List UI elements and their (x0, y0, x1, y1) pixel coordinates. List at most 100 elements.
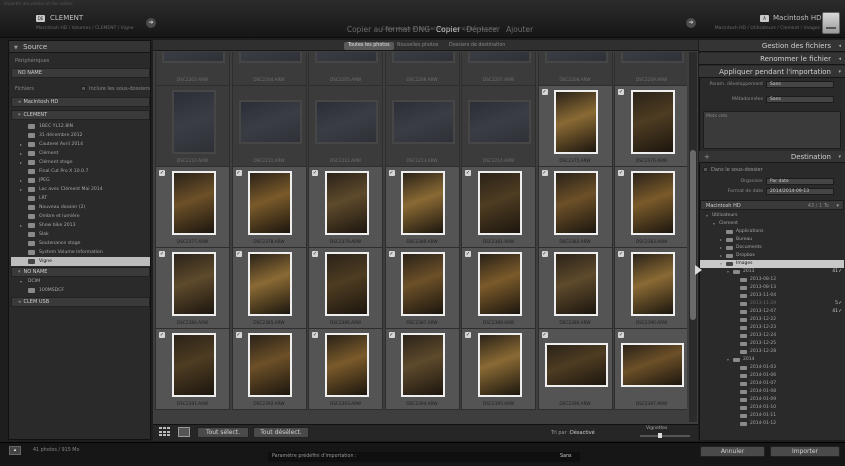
photo-thumbnail[interactable]: ✓ DSC2376.ARW (614, 85, 687, 167)
destination-folder-item[interactable]: 2014-01-06 (700, 372, 844, 380)
destination-folder-item[interactable]: ▾ Clement (700, 220, 844, 228)
develop-settings-select[interactable]: Sans (766, 81, 834, 88)
tab-destination-folders[interactable]: Dossiers de destination (445, 42, 509, 50)
collapse-icon[interactable]: ▾ (713, 220, 715, 228)
expand-icon[interactable]: ▸ (20, 176, 22, 185)
destination-folder-item[interactable]: ▸ Bureau (700, 236, 844, 244)
photo-thumbnail[interactable]: DSC2209.ARW (614, 52, 687, 86)
include-subfolders-checkbox[interactable] (81, 86, 86, 91)
collapse-icon[interactable]: ▾ (727, 268, 729, 276)
tab-new-photos[interactable]: Nouvelles photos (393, 42, 442, 50)
expand-icon[interactable]: ▸ (20, 221, 22, 230)
photo-thumbnail[interactable]: DSC2207.ARW (461, 52, 536, 86)
source-name[interactable]: CLEMENT (50, 14, 83, 22)
source-folder-item[interactable]: ▸ JPEG (11, 176, 150, 185)
photo-thumbnail[interactable]: ✓ DSC2391.ARW (155, 328, 230, 410)
photo-thumbnail[interactable]: ✓ DSC2390.ARW (614, 247, 687, 329)
source-panel-header[interactable]: ▼ Source (9, 41, 150, 53)
loupe-view-icon[interactable] (178, 427, 190, 437)
source-arrow-icon[interactable]: ➔ (146, 18, 156, 28)
photo-thumbnail[interactable]: ✓ DSC2380.ARW (384, 166, 460, 248)
destination-folder-item[interactable]: ▾ Images (700, 260, 844, 268)
photo-thumbnail[interactable]: DSC2210.ARW (155, 85, 230, 167)
expand-icon[interactable]: ▸ (720, 244, 722, 252)
destination-folder-item[interactable]: 2014-01-12 (700, 420, 844, 428)
cancel-button[interactable]: Annuler (700, 446, 765, 457)
destination-folder-item[interactable]: 2013-12-23 (700, 324, 844, 332)
source-folder-item[interactable]: Soutenance stage (11, 239, 150, 248)
destination-folder-item[interactable]: ▾ 2013 41 ✓ (700, 268, 844, 276)
grid-scrollbar-thumb[interactable] (690, 150, 696, 320)
expand-icon[interactable]: ▸ (20, 158, 22, 167)
include-checkbox[interactable]: ✓ (312, 332, 318, 338)
include-checkbox[interactable]: ✓ (235, 332, 242, 338)
include-checkbox[interactable]: ✓ (465, 170, 471, 176)
destination-folder-item[interactable]: 2013-12-24 (700, 332, 844, 340)
photo-thumbnail[interactable]: ✓ DSC2387.ARW (384, 247, 460, 329)
folder-100msdcf[interactable]: 100MSDCF (11, 286, 150, 295)
include-checkbox[interactable]: ✓ (159, 332, 165, 338)
source-folder-item[interactable]: 1BEC YL12.8IN (11, 122, 150, 131)
photo-thumbnail[interactable]: DSC2212.ARW (308, 85, 383, 167)
source-folder-item[interactable]: ▸ Cauterel Avril 2014 (11, 140, 150, 149)
photo-thumbnail[interactable]: ✓ DSC2386.ARW (308, 247, 383, 329)
photo-thumbnail[interactable]: ✓ DSC2377.ARW (155, 166, 230, 248)
destination-folder-item[interactable]: ▾ 2014 (700, 356, 844, 364)
destination-folder-item[interactable]: 2014-01-10 (700, 404, 844, 412)
photo-thumbnail[interactable]: ✓ DSC2395.ARW (461, 328, 536, 410)
file-handling-header[interactable]: Gestion des fichiers ◂ (699, 40, 845, 52)
include-checkbox[interactable]: ✓ (541, 89, 548, 95)
collapse-icon[interactable]: ▾ (727, 356, 729, 364)
expand-icon[interactable]: ▸ (20, 149, 22, 158)
photo-thumbnail[interactable]: ✓ DSC2382.ARW (537, 166, 613, 248)
photo-thumbnail[interactable]: DSC2208.ARW (537, 52, 613, 86)
destination-folder-item[interactable]: 2013-11-04 (700, 292, 844, 300)
volume-row[interactable]: Macintosh HD 43 / 1 To ▾ (700, 200, 844, 210)
destination-folder-item[interactable]: 2013-12-07 41 ✓ (700, 308, 844, 316)
source-folder-item[interactable]: Ombre et lumière (11, 212, 150, 221)
include-checkbox[interactable]: ✓ (465, 332, 471, 338)
photo-thumbnail[interactable]: ✓ DSC2389.ARW (537, 247, 613, 329)
metadata-select[interactable]: Sans (766, 96, 834, 103)
destination-arrow-icon[interactable]: ➔ (686, 18, 696, 28)
photo-thumbnail[interactable]: DSC2203.ARW (155, 52, 230, 86)
photo-thumbnail[interactable]: DSC2204.ARW (231, 52, 307, 86)
tab-all-photos[interactable]: Toutes les photos (344, 42, 394, 50)
organize-select[interactable]: Par date (766, 178, 834, 185)
import-preset-select[interactable]: Sans (560, 454, 572, 459)
photo-thumbnail[interactable]: ✓ DSC2375.ARW (537, 85, 613, 167)
subfolder-checkbox[interactable] (703, 167, 708, 172)
thumbnail-size-slider[interactable] (640, 435, 690, 437)
select-all-button[interactable]: Tout sélect. (197, 427, 249, 438)
photo-thumbnail[interactable]: ✓ DSC2396.ARW (537, 328, 613, 410)
grid-view-icon[interactable] (159, 427, 170, 437)
destination-folder-item[interactable]: 2014-01-08 (700, 388, 844, 396)
destination-folder-item[interactable]: 2013-11-29 5 ✓ (700, 300, 844, 308)
destination-folder-item[interactable]: 2014-01-07 (700, 380, 844, 388)
photo-thumbnail[interactable]: DSC2206.ARW (384, 52, 460, 86)
photo-thumbnail[interactable]: ✓ DSC2392.ARW (231, 328, 307, 410)
destination-folder-item[interactable]: ▾ Utilisateurs (700, 212, 844, 220)
expand-icon[interactable]: ▸ (720, 236, 722, 244)
source-folder-item[interactable]: 31 décembre 2012 (11, 131, 150, 140)
expand-icon[interactable]: ▸ (20, 140, 22, 149)
source-folder-item[interactable]: Nouveau dossier (2) (11, 203, 150, 212)
destination-header[interactable]: + Destination ▾ (699, 151, 845, 163)
photo-thumbnail[interactable]: ✓ DSC2381.ARW (461, 166, 536, 248)
destination-folder-item[interactable]: 2013-12-25 (700, 340, 844, 348)
destination-folder-item[interactable]: 2013-08-13 (700, 284, 844, 292)
sort-dropdown[interactable]: Désactivé (570, 430, 595, 436)
device-no-name[interactable]: NO NAME (11, 68, 150, 78)
source-folder-item[interactable]: Final Cut Pro X 10.0.7 (11, 167, 150, 176)
device-clem-usb[interactable]: ◂ CLEM USB (11, 297, 150, 307)
source-folder-item[interactable]: Vigne (11, 257, 150, 266)
rename-file-header[interactable]: Renommer le fichier ◂ (699, 53, 845, 65)
source-folder-item[interactable]: ▸ Lac avec Clément Mai 2014 (11, 185, 150, 194)
include-checkbox[interactable]: ✓ (541, 251, 548, 257)
source-folder-item[interactable]: ▸ Clément stage (11, 158, 150, 167)
expand-icon[interactable]: ▸ (20, 185, 22, 194)
include-checkbox[interactable]: ✓ (618, 170, 624, 176)
apply-during-import-header[interactable]: Appliquer pendant l'importation ▾ (699, 66, 845, 78)
disk-clement[interactable]: ▾ CLEMENT (11, 110, 150, 120)
destination-folder-item[interactable]: 2014-01-03 (700, 364, 844, 372)
